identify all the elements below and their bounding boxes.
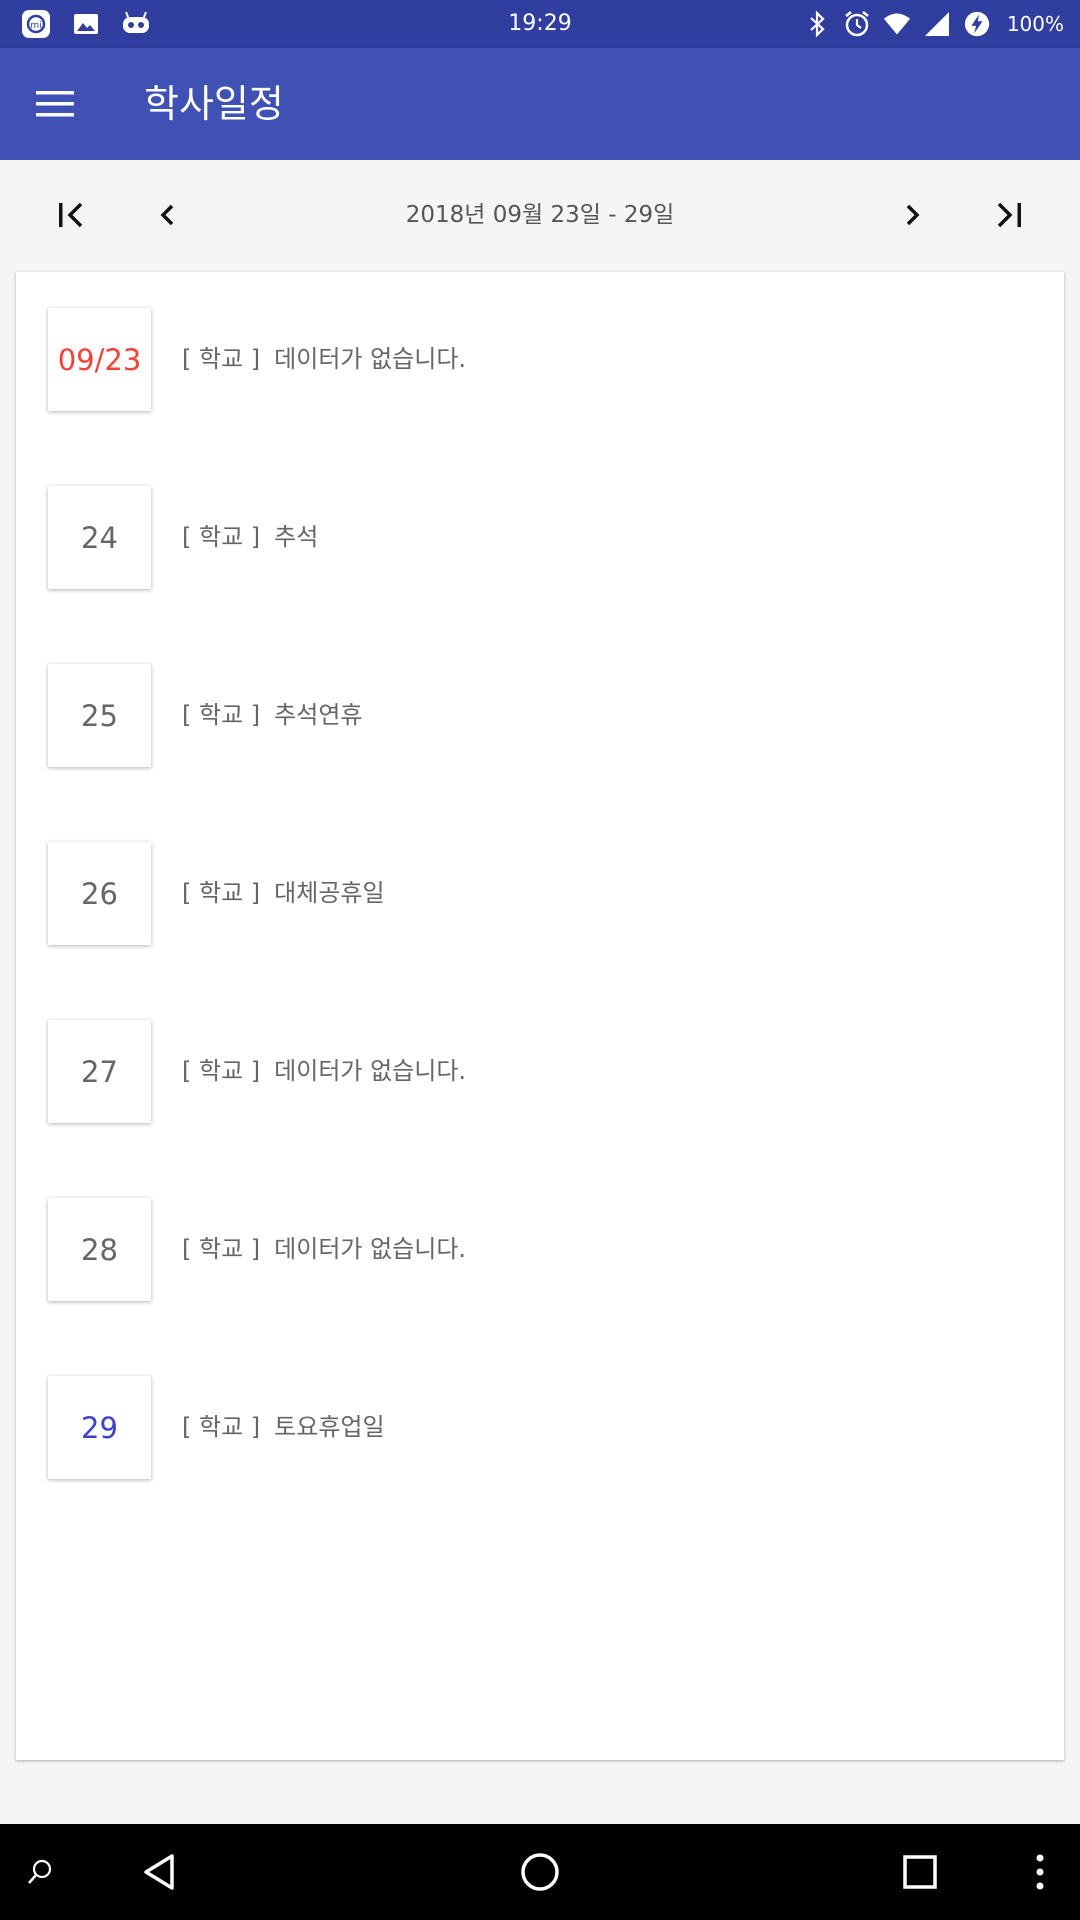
more-vert-icon <box>1036 1854 1044 1890</box>
schedule-row[interactable]: 29 [ 학교 ] 토요휴업일 <box>16 1376 1064 1486</box>
date-box[interactable]: 26 <box>48 842 151 945</box>
schedule-row[interactable]: 25 [ 학교 ] 추석연휴 <box>16 664 1064 774</box>
wifi-icon <box>883 10 911 38</box>
home-button[interactable] <box>508 1840 572 1904</box>
date-box[interactable]: 25 <box>48 664 151 767</box>
event-title: 추석연휴 <box>274 701 363 729</box>
recents-button[interactable] <box>888 1840 952 1904</box>
last-week-button[interactable] <box>980 187 1036 243</box>
event-title: 데이터가 없습니다. <box>274 1057 467 1085</box>
date-box[interactable]: 27 <box>48 1020 151 1123</box>
last-page-icon <box>997 202 1021 228</box>
schedule-row[interactable]: 26 [ 학교 ] 대체공휴일 <box>16 842 1064 952</box>
schedule-row[interactable]: 28 [ 학교 ] 데이터가 없습니다. <box>16 1198 1064 1308</box>
event-text: [ 학교 ] 데이터가 없습니다. <box>182 1020 466 1123</box>
alarm-icon <box>843 10 871 38</box>
battery-percentage: 100% <box>1006 12 1064 36</box>
event-text: [ 학교 ] 데이터가 없습니다. <box>182 308 466 411</box>
chevron-right-icon <box>906 204 920 226</box>
page-title: 학사일정 <box>144 82 284 126</box>
status-bar: mi 19:29 100% <box>0 0 1080 48</box>
status-system-icons: 100% <box>803 0 1064 48</box>
event-category: [ 학교 ] <box>182 345 261 373</box>
schedule-card: 09/23 [ 학교 ] 데이터가 없습니다. 24 [ 학교 ] 추석 25 [ … <box>16 272 1064 1760</box>
hamburger-menu-icon <box>36 91 74 117</box>
event-category: [ 학교 ] <box>182 1413 261 1441</box>
event-text: [ 학교 ] 추석연휴 <box>182 664 362 767</box>
search-icon <box>28 1859 52 1884</box>
event-text: [ 학교 ] 데이터가 없습니다. <box>182 1198 466 1301</box>
event-category: [ 학교 ] <box>182 1235 261 1263</box>
system-navigation-bar <box>0 1824 1080 1920</box>
search-button[interactable] <box>8 1840 72 1904</box>
event-category: [ 학교 ] <box>182 701 261 729</box>
event-title: 데이터가 없습니다. <box>274 1235 467 1263</box>
menu-button[interactable] <box>24 72 88 136</box>
date-box[interactable]: 29 <box>48 1376 151 1479</box>
signal-icon <box>923 10 951 38</box>
event-text: [ 학교 ] 토요휴업일 <box>182 1376 385 1479</box>
schedule-row[interactable]: 09/23 [ 학교 ] 데이터가 없습니다. <box>16 308 1064 418</box>
event-title: 대체공휴일 <box>274 879 385 907</box>
event-category: [ 학교 ] <box>182 879 261 907</box>
schedule-row[interactable]: 24 [ 학교 ] 추석 <box>16 486 1064 596</box>
event-category: [ 학교 ] <box>182 1057 261 1085</box>
event-title: 데이터가 없습니다. <box>274 345 467 373</box>
recents-icon <box>903 1855 937 1889</box>
bluetooth-icon <box>803 10 831 38</box>
next-week-button[interactable] <box>884 187 940 243</box>
event-text: [ 학교 ] 추석 <box>182 486 318 589</box>
event-title: 토요휴업일 <box>274 1413 385 1441</box>
back-button[interactable] <box>128 1840 192 1904</box>
date-box[interactable]: 09/23 <box>48 308 151 411</box>
week-navigator: 2018년 09월 23일 - 29일 <box>0 160 1080 270</box>
event-title: 추석 <box>274 523 319 551</box>
more-options-button[interactable] <box>1008 1840 1072 1904</box>
battery-charging-icon <box>963 10 991 38</box>
app-bar: 학사일정 <box>0 48 1080 160</box>
event-category: [ 학교 ] <box>182 523 261 551</box>
schedule-row[interactable]: 27 [ 학교 ] 데이터가 없습니다. <box>16 1020 1064 1130</box>
event-text: [ 학교 ] 대체공휴일 <box>182 842 385 945</box>
date-box[interactable]: 24 <box>48 486 151 589</box>
home-icon <box>521 1853 559 1891</box>
date-box[interactable]: 28 <box>48 1198 151 1301</box>
back-icon <box>144 1854 174 1890</box>
